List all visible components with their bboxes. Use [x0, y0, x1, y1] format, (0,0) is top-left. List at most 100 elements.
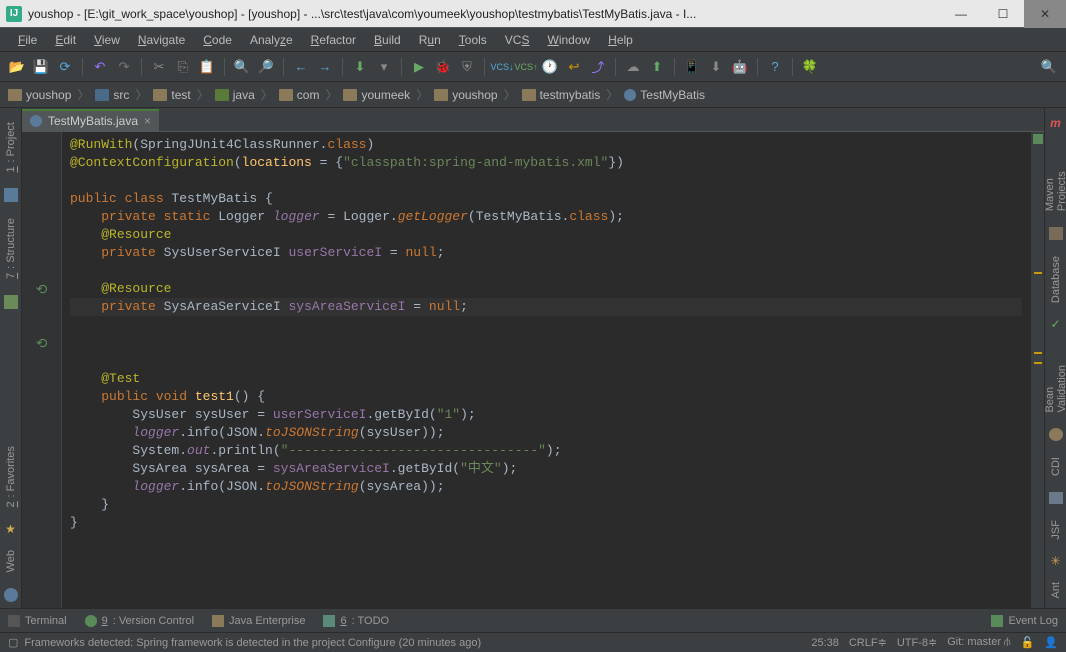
history-icon[interactable]: 🕐 — [539, 56, 561, 78]
line-separator[interactable]: CRLF≑ — [849, 636, 887, 649]
gutter-run-icon[interactable]: ⟲ — [22, 334, 61, 352]
open-icon[interactable]: 📂 — [6, 56, 28, 78]
tool-terminal[interactable]: Terminal — [8, 615, 67, 627]
lock-icon[interactable]: 🔓 — [1021, 636, 1035, 649]
crumb-6[interactable]: youshop — [434, 88, 497, 102]
bottombar: Terminal 9: Version Control Java Enterpr… — [0, 608, 1066, 632]
breadcrumb: youshop〉 src〉 test〉 java〉 com〉 youmeek〉 … — [0, 82, 1066, 108]
sdk-icon[interactable]: ⬇ — [705, 56, 727, 78]
window-title: youshop - [E:\git_work_space\youshop] - … — [28, 7, 696, 21]
sidetab-jsf[interactable]: JSF — [1048, 510, 1064, 550]
coverage-icon[interactable]: ⛨ — [456, 56, 478, 78]
code-content[interactable]: @RunWith(SpringJUnit4ClassRunner.class) … — [62, 132, 1030, 608]
code-editor[interactable]: ⟲ ⟲ @RunWith(SpringJUnit4ClassRunner.cla… — [22, 132, 1044, 608]
debug-icon[interactable]: 🐞 — [432, 56, 454, 78]
toolwindow-toggle-icon[interactable]: ▢ — [8, 636, 18, 649]
tab-label: TestMyBatis.java — [48, 114, 138, 128]
back-icon[interactable]: ← — [290, 56, 312, 78]
bean-icon: ✓ — [1050, 317, 1060, 331]
vcs-commit-icon[interactable]: VCS↑ — [515, 56, 537, 78]
tool-vcs[interactable]: 9: Version Control — [85, 615, 194, 627]
help-icon[interactable]: ? — [764, 56, 786, 78]
crumb-3[interactable]: java — [215, 88, 255, 102]
tab-testmybatis[interactable]: TestMyBatis.java × — [22, 109, 159, 131]
config-icon[interactable]: ▾ — [373, 56, 395, 78]
menu-file[interactable]: File — [10, 30, 45, 50]
minimize-button[interactable]: — — [940, 0, 982, 28]
menu-navigate[interactable]: Navigate — [130, 30, 193, 50]
menu-view[interactable]: View — [86, 30, 128, 50]
search-everywhere-icon[interactable]: 🔍 — [1038, 56, 1060, 78]
cut-icon[interactable]: ✂ — [148, 56, 170, 78]
tool-todo[interactable]: 6: TODO — [323, 615, 389, 627]
maven-icon: m — [1050, 116, 1061, 130]
menu-analyze[interactable]: Analyze — [242, 30, 301, 50]
redo-icon[interactable]: ↷ — [113, 56, 135, 78]
app-icon: IJ — [6, 6, 22, 22]
build-icon[interactable]: ⬇ — [349, 56, 371, 78]
vcs-update-icon[interactable]: VCS↓ — [491, 56, 513, 78]
crumb-7[interactable]: testmybatis — [522, 88, 601, 102]
web-icon — [4, 588, 18, 602]
sidetab-bean[interactable]: Bean Validation — [1042, 335, 1066, 423]
replace-icon[interactable]: 🔎 — [255, 56, 277, 78]
sidetab-favorites[interactable]: 2: Favorites — [3, 436, 19, 517]
sidetab-maven[interactable]: Maven Projects — [1042, 134, 1066, 221]
menu-help[interactable]: Help — [600, 30, 641, 50]
sidetab-structure[interactable]: 7: Structure — [3, 208, 19, 289]
gutter-run-icon[interactable]: ⟲ — [22, 280, 61, 298]
git-branch[interactable]: Git: master ⫛ — [947, 636, 1010, 649]
tab-close-icon[interactable]: × — [144, 114, 151, 128]
gutter: ⟲ ⟲ — [22, 132, 62, 608]
inspection-ok-icon — [1033, 134, 1043, 144]
jrebel-icon[interactable]: 🍀 — [799, 56, 821, 78]
sidetab-web[interactable]: Web — [3, 540, 19, 582]
cdi-icon — [1049, 428, 1063, 440]
menu-window[interactable]: Window — [539, 30, 598, 50]
project-icon — [4, 188, 18, 202]
sidetab-cdi[interactable]: CDI — [1048, 447, 1064, 486]
crumb-8[interactable]: TestMyBatis — [624, 88, 705, 102]
crumb-1[interactable]: src — [95, 88, 129, 102]
menu-build[interactable]: Build — [366, 30, 409, 50]
deploy-icon[interactable]: ⬆ — [646, 56, 668, 78]
sidetab-ant[interactable]: Ant — [1048, 572, 1064, 609]
menu-refactor[interactable]: Refactor — [303, 30, 364, 50]
crumb-0[interactable]: youshop — [8, 88, 71, 102]
crumb-5[interactable]: youmeek — [343, 88, 410, 102]
avd-icon[interactable]: 📱 — [681, 56, 703, 78]
paste-icon[interactable]: 📋 — [196, 56, 218, 78]
undo-icon[interactable]: ↶ — [89, 56, 111, 78]
sidetab-database[interactable]: Database — [1048, 246, 1064, 313]
editor-tabs: TestMyBatis.java × — [22, 108, 1044, 132]
right-sidebar: m Maven Projects Database ✓ Bean Validat… — [1044, 108, 1066, 608]
encoding[interactable]: UTF-8≑ — [897, 636, 937, 649]
save-icon[interactable]: 💾 — [30, 56, 52, 78]
copy-icon[interactable]: ⎘ — [172, 56, 194, 78]
inspector-icon[interactable]: 👤 — [1044, 636, 1058, 649]
crumb-2[interactable]: test — [153, 88, 190, 102]
forward-icon[interactable]: → — [314, 56, 336, 78]
structure-icon — [4, 295, 18, 309]
event-log[interactable]: Event Log — [991, 615, 1058, 627]
menu-tools[interactable]: Tools — [451, 30, 495, 50]
sync-icon[interactable]: ⟳ — [54, 56, 76, 78]
run-icon[interactable]: ▶ — [408, 56, 430, 78]
sidetab-project[interactable]: 1: Project — [3, 112, 19, 182]
crumb-4[interactable]: com — [279, 88, 320, 102]
star-icon: ★ — [5, 522, 16, 536]
find-icon[interactable]: 🔍 — [231, 56, 253, 78]
menu-code[interactable]: Code — [195, 30, 240, 50]
tool-jee[interactable]: Java Enterprise — [212, 615, 305, 627]
revert-icon[interactable]: ↩ — [563, 56, 585, 78]
cloud-icon[interactable]: ☁ — [622, 56, 644, 78]
caret-position[interactable]: 25:38 — [811, 637, 839, 649]
menu-vcs[interactable]: VCS — [497, 30, 538, 50]
close-button[interactable]: ✕ — [1024, 0, 1066, 28]
menu-edit[interactable]: Edit — [47, 30, 84, 50]
menubar: File Edit View Navigate Code Analyze Ref… — [0, 28, 1066, 52]
push-icon[interactable]: ⤴ — [587, 56, 609, 78]
maximize-button[interactable]: ☐ — [982, 0, 1024, 28]
android-icon[interactable]: 🤖 — [729, 56, 751, 78]
menu-run[interactable]: Run — [411, 30, 449, 50]
